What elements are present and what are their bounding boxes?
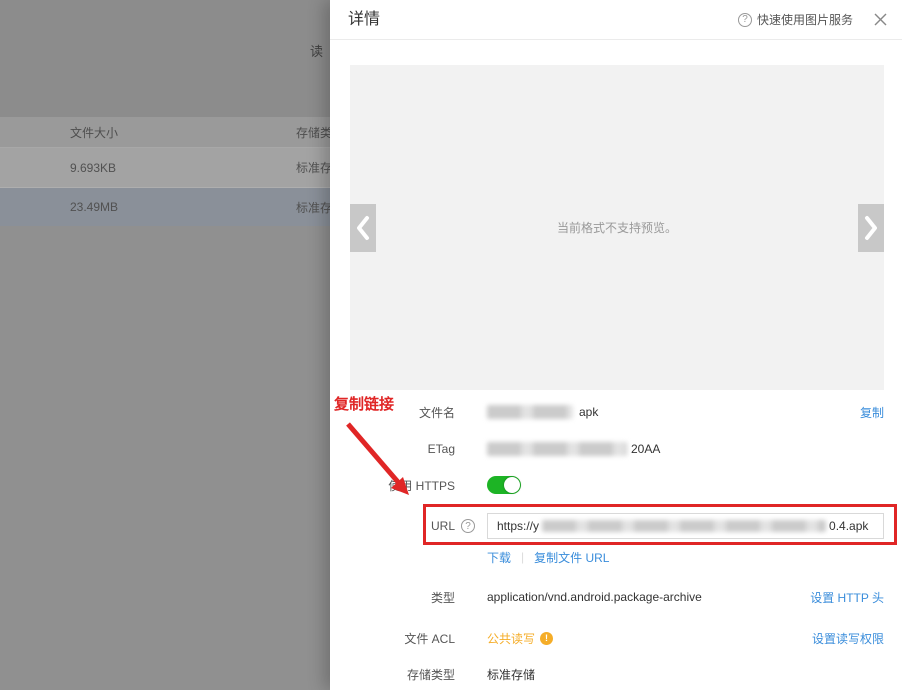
blurred-etag	[487, 442, 627, 456]
chevron-right-icon	[858, 204, 884, 252]
copy-file-url-link[interactable]: 复制文件 URL	[534, 549, 609, 566]
panel-header: 详情 ? 快速使用图片服务	[330, 0, 902, 40]
file-preview-area: 当前格式不支持预览。	[350, 65, 884, 390]
url-label: URL	[330, 519, 455, 533]
acl-row: 文件 ACL 公共读写 ! 设置读写权限	[330, 627, 902, 649]
blurred-filename	[487, 405, 573, 419]
type-label: 类型	[330, 589, 455, 606]
url-suffix: 0.4.apk	[829, 519, 868, 533]
url-row: URL ? https://y 0.4.apk	[330, 512, 902, 540]
quick-image-service-link[interactable]: 快速使用图片服务	[757, 11, 853, 28]
storage-class-value: 标准存	[296, 148, 332, 187]
url-help-icon[interactable]: ?	[461, 519, 475, 533]
type-value: application/vnd.android.package-archive	[487, 590, 702, 604]
acl-value: 公共读写 !	[487, 630, 553, 647]
acl-value-text: 公共读写	[487, 630, 535, 647]
details-panel: 详情 ? 快速使用图片服务 当前格式不支持预览。 文件名	[330, 0, 902, 690]
next-file-button[interactable]	[858, 204, 884, 252]
panel-title: 详情	[348, 0, 380, 39]
set-acl-link[interactable]: 设置读写权限	[812, 630, 884, 647]
etag-suffix: 20AA	[631, 442, 660, 456]
panel-header-actions: ? 快速使用图片服务	[738, 0, 888, 39]
url-prefix: https://y	[497, 519, 539, 533]
https-toggle[interactable]	[487, 476, 521, 494]
use-https-label: 使用 HTTPS	[330, 477, 455, 494]
col-file-size: 文件大小	[70, 117, 118, 147]
file-size-value: 23.49MB	[70, 188, 118, 226]
url-input[interactable]: https://y 0.4.apk	[487, 513, 884, 539]
file-size-value: 9.693KB	[70, 148, 116, 187]
blurred-url-middle	[542, 520, 826, 532]
etag-label: ETag	[330, 442, 455, 456]
storage-value: 标准存储	[487, 666, 535, 683]
preview-unsupported-message: 当前格式不支持预览。	[350, 65, 884, 390]
storage-class-value: 标准存	[296, 188, 332, 226]
type-row: 类型 application/vnd.android.package-archi…	[330, 586, 902, 608]
https-row: 使用 HTTPS	[330, 473, 902, 497]
toggle-knob	[504, 477, 520, 493]
link-separator: |	[521, 550, 524, 564]
question-circle-icon: ?	[738, 13, 752, 27]
etag-row: ETag 20AA	[330, 438, 902, 460]
filename-row: 文件名 apk 复制	[330, 401, 902, 423]
copy-filename-link[interactable]: 复制	[860, 404, 884, 421]
annotation-copy-link-text: 复制链接	[334, 393, 394, 414]
warning-icon: !	[540, 632, 553, 645]
storage-label: 存储类型	[330, 666, 455, 683]
url-actions-row: 下载 | 复制文件 URL	[330, 547, 902, 567]
set-http-headers-link[interactable]: 设置 HTTP 头	[810, 589, 884, 606]
previous-file-button[interactable]	[350, 204, 376, 252]
col-storage-class: 存储类	[296, 117, 332, 147]
filename-value: apk	[487, 405, 598, 419]
download-link[interactable]: 下载	[487, 549, 511, 566]
url-actions: 下载 | 复制文件 URL	[487, 549, 609, 566]
etag-value: 20AA	[487, 442, 660, 456]
storage-row: 存储类型 标准存储	[330, 663, 902, 685]
close-icon[interactable]	[873, 12, 888, 27]
chevron-left-icon	[350, 204, 376, 252]
acl-label: 文件 ACL	[330, 630, 455, 647]
background-partial-text: 读	[310, 41, 323, 60]
filename-suffix: apk	[579, 405, 598, 419]
